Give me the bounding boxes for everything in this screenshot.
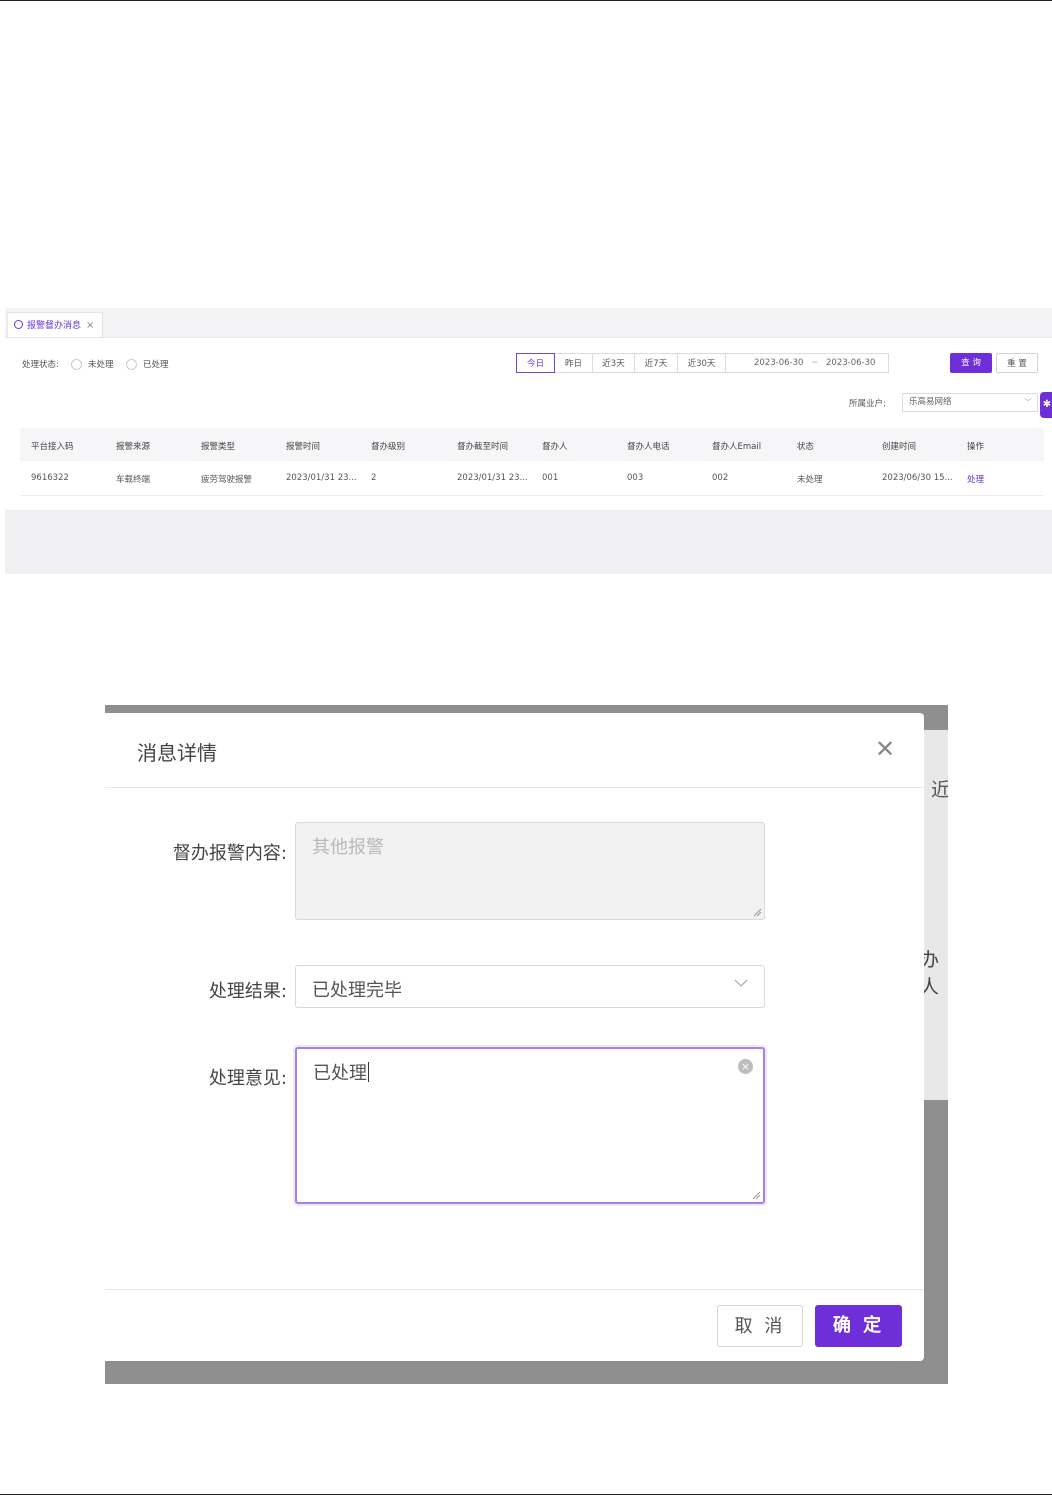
- col-deadline: 督办截至时间: [457, 442, 509, 452]
- alarm-list-screenshot: 报警督办消息 × 处理状态: 未处理 已处理 今日 昨日 近3天 近7天 近30天…: [5, 308, 1052, 574]
- clear-icon[interactable]: ×: [738, 1059, 753, 1074]
- message-detail-screenshot: 近 办人 消息详情 ✕ 督办报警内容: 其他报警 处理结果: 已处理完毕 处理意…: [105, 705, 948, 1384]
- tab-loading-icon: [14, 320, 23, 329]
- header-divider: [105, 787, 924, 788]
- gear-icon[interactable]: ✱: [1040, 392, 1052, 418]
- radio-processed[interactable]: [126, 359, 137, 370]
- quick-date-7days[interactable]: 近7天: [635, 353, 678, 373]
- cell-supervise-level: 2: [371, 473, 377, 483]
- cell-alarm-source: 车载终端: [116, 475, 151, 485]
- background-text-near: 近: [931, 779, 948, 801]
- cell-created-time: 2023/06/30 15...: [882, 473, 953, 483]
- radio-unprocessed[interactable]: [71, 359, 82, 370]
- result-label: 处理结果:: [208, 981, 287, 1002]
- bottom-rule: [0, 1494, 1052, 1495]
- table-header: 平台接入码 报警来源 报警类型 报警时间 督办级别 督办截至时间 督办人 督办人…: [20, 428, 1044, 461]
- background-text-person: 办人: [920, 949, 940, 998]
- cell-supervisor-email: 002: [712, 473, 729, 483]
- confirm-button[interactable]: 确 定: [815, 1305, 902, 1347]
- cell-deadline: 2023/01/31 23...: [457, 473, 528, 483]
- top-rule: [0, 0, 1052, 1]
- reset-button[interactable]: 重 置: [996, 353, 1038, 373]
- opinion-text: 已处理: [313, 1062, 369, 1084]
- col-platform-code: 平台接入码: [31, 442, 74, 452]
- opinion-label: 处理意见:: [208, 1068, 287, 1089]
- alarm-content-value: 其他报警: [312, 837, 384, 858]
- col-supervise-level: 督办级别: [371, 442, 406, 452]
- date-separator: ~: [811, 358, 819, 368]
- tenant-value: 乐高易网络: [909, 397, 952, 407]
- alarm-content-textarea: 其他报警: [295, 822, 765, 920]
- result-value: 已处理完毕: [312, 980, 402, 1001]
- resize-handle-icon[interactable]: [751, 1190, 761, 1200]
- opinion-textarea[interactable]: 已处理 ×: [295, 1047, 765, 1204]
- col-supervisor-email: 督办人Email: [712, 442, 762, 452]
- dialog-title: 消息详情: [137, 741, 217, 765]
- list-panel: 处理状态: 未处理 已处理 今日 昨日 近3天 近7天 近30天 2023-06…: [5, 338, 1052, 510]
- cancel-button[interactable]: 取 消: [717, 1305, 803, 1347]
- result-select[interactable]: 已处理完毕: [295, 965, 765, 1008]
- col-actions: 操作: [967, 442, 985, 452]
- chevron-down-icon: [734, 979, 748, 987]
- tab-bar: 报警督办消息 ×: [5, 308, 1052, 338]
- radio-unprocessed-label: 未处理: [88, 360, 114, 370]
- status-filter-label: 处理状态:: [22, 360, 59, 370]
- radio-processed-label: 已处理: [143, 360, 169, 370]
- tab-alarm-supervision[interactable]: 报警督办消息 ×: [7, 312, 103, 337]
- chevron-down-icon: ﹀: [1024, 398, 1032, 407]
- date-range-picker[interactable]: 2023-06-30 ~ 2023-06-30: [725, 353, 889, 373]
- close-icon[interactable]: ✕: [875, 737, 895, 761]
- table-row: 9616322 车载终端 疲劳驾驶报警 2023/01/31 23... 2 2…: [20, 461, 1044, 496]
- quick-date-today[interactable]: 今日: [516, 353, 555, 373]
- tenant-select[interactable]: 乐高易网络 ﹀: [902, 393, 1038, 412]
- query-button[interactable]: 查 询: [950, 353, 992, 373]
- message-detail-dialog: 消息详情 ✕ 督办报警内容: 其他报警 处理结果: 已处理完毕 处理意见: 已处…: [105, 713, 924, 1361]
- cell-status: 未处理: [797, 475, 823, 485]
- col-supervisor-phone: 督办人电话: [627, 442, 670, 452]
- quick-date-3days[interactable]: 近3天: [593, 353, 635, 373]
- content-label: 督办报警内容:: [172, 843, 287, 864]
- footer-divider: [105, 1289, 924, 1290]
- col-alarm-source: 报警来源: [116, 442, 151, 452]
- cell-alarm-time: 2023/01/31 23...: [286, 473, 357, 483]
- date-to: 2023-06-30: [826, 358, 876, 368]
- cell-supervisor: 001: [542, 473, 559, 483]
- resize-handle-icon[interactable]: [752, 907, 762, 917]
- col-supervisor: 督办人: [542, 442, 568, 452]
- date-from: 2023-06-30: [754, 358, 804, 368]
- cell-alarm-type: 疲劳驾驶报警: [201, 475, 253, 485]
- tab-label: 报警督办消息: [27, 321, 82, 331]
- quick-date-30days[interactable]: 近30天: [678, 353, 726, 373]
- col-status: 状态: [797, 442, 815, 452]
- col-created-time: 创建时间: [882, 442, 917, 452]
- process-link[interactable]: 处理: [967, 473, 984, 485]
- quick-date-yesterday[interactable]: 昨日: [555, 353, 593, 373]
- col-alarm-time: 报警时间: [286, 442, 321, 452]
- col-alarm-type: 报警类型: [201, 442, 236, 452]
- tab-close-icon[interactable]: ×: [86, 320, 94, 331]
- cell-supervisor-phone: 003: [627, 473, 644, 483]
- tenant-label: 所属业户:: [849, 399, 886, 409]
- cell-platform-code: 9616322: [31, 473, 69, 483]
